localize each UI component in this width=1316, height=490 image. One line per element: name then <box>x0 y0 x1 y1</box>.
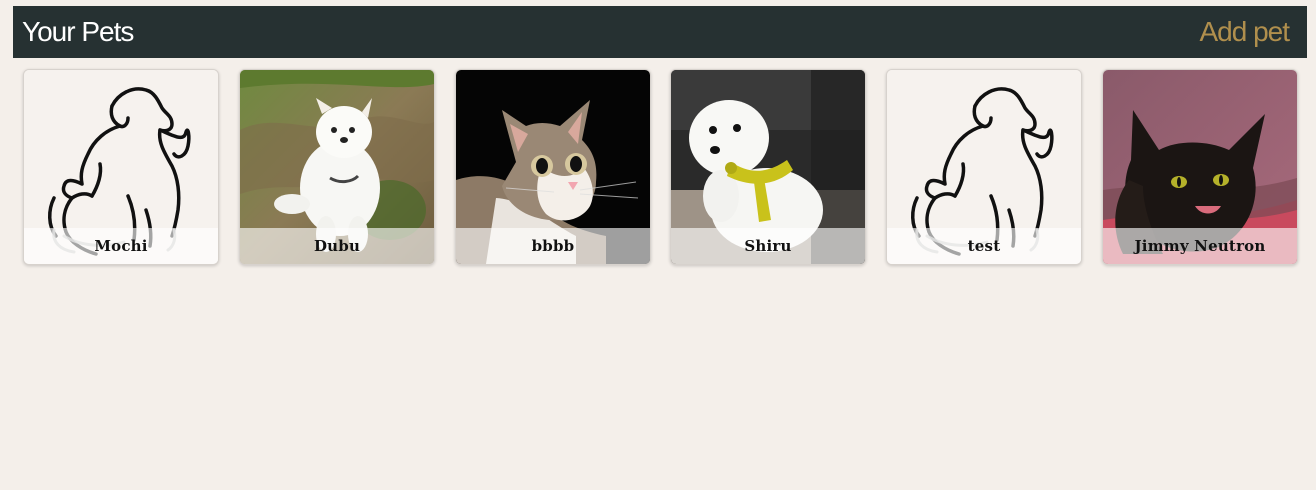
app-header: Your Pets Add pet <box>13 6 1307 58</box>
page-title: Your Pets <box>22 16 134 47</box>
pet-name: Shiru <box>671 228 865 264</box>
pet-card[interactable]: test <box>886 69 1082 265</box>
pet-card[interactable]: Shiru <box>670 69 866 265</box>
pet-name: Jimmy Neutron <box>1103 228 1297 264</box>
pet-name: Dubu <box>240 228 434 264</box>
pet-card-list: Mochi Dubu bbbb Shiru test Jimmy Neutron <box>23 69 1298 265</box>
pet-name: bbbb <box>456 228 650 264</box>
pet-card[interactable]: bbbb <box>455 69 651 265</box>
pet-name: Mochi <box>24 228 218 264</box>
pet-card[interactable]: Dubu <box>239 69 435 265</box>
pet-card[interactable]: Jimmy Neutron <box>1102 69 1298 265</box>
add-pet-link[interactable]: Add pet <box>1199 15 1290 49</box>
pet-name: test <box>887 228 1081 264</box>
pet-card[interactable]: Mochi <box>23 69 219 265</box>
